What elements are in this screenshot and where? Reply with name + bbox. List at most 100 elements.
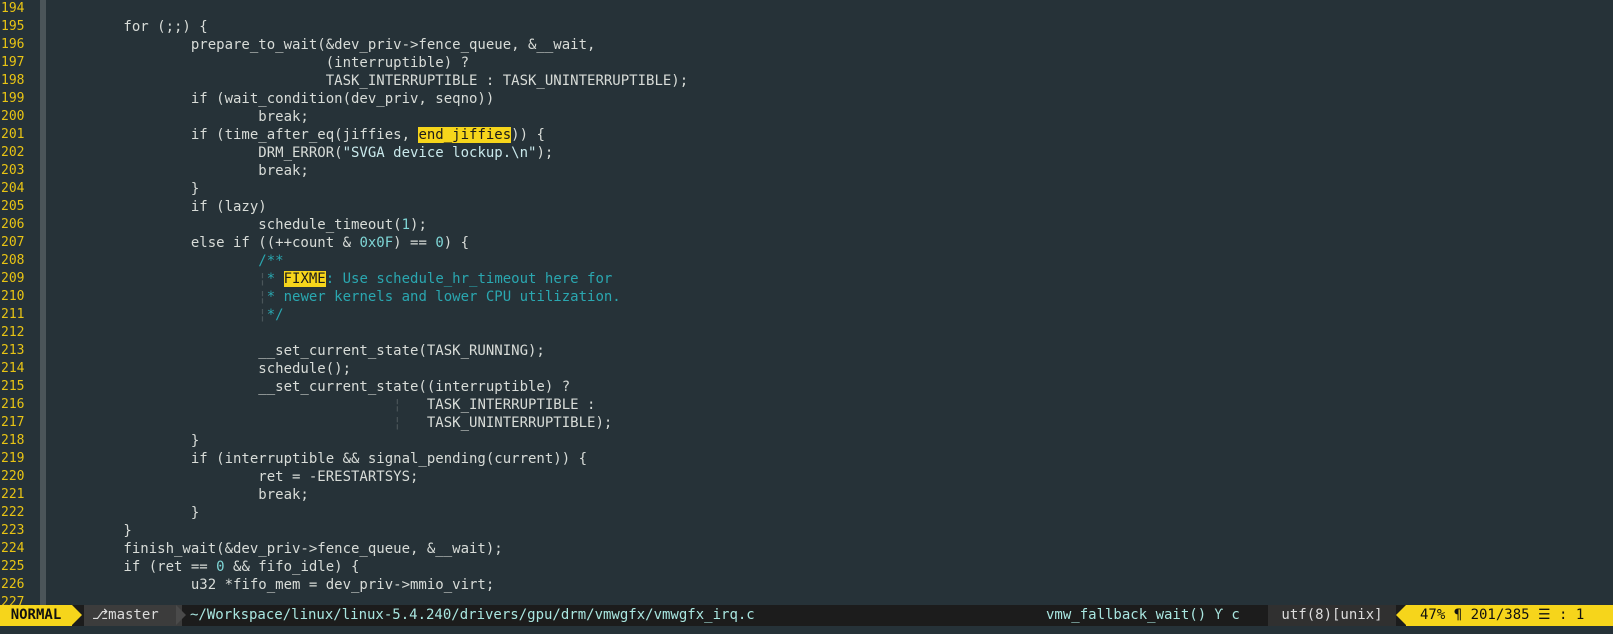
sign-column (40, 36, 46, 54)
code-line[interactable]: 200 break; (0, 108, 1613, 126)
code-line[interactable]: 220 ret = -ERESTARTSYS; (0, 468, 1613, 486)
code-line[interactable]: 203 break; (0, 162, 1613, 180)
line-number: 211 (1, 307, 25, 322)
line-number: 199 (1, 91, 25, 106)
indent-guide: ¦ (258, 289, 267, 305)
code-line[interactable]: 212 (0, 324, 1613, 342)
code-line[interactable]: 209 ¦* FIXME: Use schedule_hr_timeout he… (0, 270, 1613, 288)
code-text: } (56, 504, 199, 522)
code-line[interactable]: 223 } (0, 522, 1613, 540)
code-text: (interruptible) ? (56, 54, 469, 72)
command-line[interactable] (0, 626, 1613, 634)
sign-column (40, 216, 46, 234)
code-text: ¦ TASK_UNINTERRUPTIBLE); (56, 414, 612, 432)
code-token: ); (410, 217, 427, 233)
line-number: 207 (1, 235, 25, 250)
code-token: break; (56, 487, 309, 503)
line-number: 202 (1, 145, 25, 160)
code-line[interactable]: 198 TASK_INTERRUPTIBLE : TASK_UNINTERRUP… (0, 72, 1613, 90)
code-token: } (56, 433, 200, 449)
code-token: if (ret == (56, 559, 217, 575)
git-branch: ⎇master (84, 605, 182, 626)
line-number: 224 (1, 541, 25, 556)
code-line[interactable]: 219 if (interruptible && signal_pending(… (0, 450, 1613, 468)
code-text: ret = -ERESTARTSYS; (56, 468, 418, 486)
code-line[interactable]: 210 ¦* newer kernels and lower CPU utili… (0, 288, 1613, 306)
code-text: ¦*/ (56, 306, 284, 324)
code-text: __set_current_state((interruptible) ? (56, 378, 570, 396)
code-line[interactable]: 221 break; (0, 486, 1613, 504)
code-text: if (lazy) (56, 198, 267, 216)
code-text: schedule(); (56, 360, 351, 378)
code-token: )) { (511, 127, 545, 143)
indent-guide: ¦ (258, 271, 267, 287)
sign-column (40, 270, 46, 288)
code-line[interactable]: 224 finish_wait(&dev_priv->fence_queue, … (0, 540, 1613, 558)
line-number: 216 (1, 397, 25, 412)
sign-column (40, 144, 46, 162)
code-token: */ (266, 307, 284, 323)
code-line[interactable]: 208 /** (0, 252, 1613, 270)
code-text: else if ((++count & 0x0F) == 0) { (56, 234, 469, 252)
cursor-position: 47% ¶ 201/385 ☰ : 1 (1406, 605, 1613, 626)
line-number: 208 (1, 253, 25, 268)
line-number: 221 (1, 487, 25, 502)
code-line[interactable]: 213 __set_current_state(TASK_RUNNING); (0, 342, 1613, 360)
code-text: if (ret == 0 && fifo_idle) { (56, 558, 359, 576)
code-token: ret = -ERESTARTSYS; (56, 469, 419, 485)
sign-column (40, 126, 46, 144)
sign-column (40, 162, 46, 180)
code-line[interactable]: 215 __set_current_state((interruptible) … (0, 378, 1613, 396)
line-number: 195 (1, 19, 25, 34)
search-match: end_jiffies (418, 127, 512, 143)
code-token: (interruptible) ? (56, 55, 470, 71)
code-token: * (266, 271, 284, 287)
file-encoding: utf(8)[unix] (1268, 605, 1396, 626)
sign-column (40, 576, 46, 594)
code-line[interactable]: 227 (0, 594, 1613, 605)
code-line[interactable]: 205 if (lazy) (0, 198, 1613, 216)
code-line[interactable]: 196 prepare_to_wait(&dev_priv->fence_que… (0, 36, 1613, 54)
code-token: break; (56, 109, 309, 125)
code-token: 0 (216, 559, 225, 575)
code-line[interactable]: 207 else if ((++count & 0x0F) == 0) { (0, 234, 1613, 252)
code-token: else if ((++count & (56, 235, 360, 251)
code-token: schedule(); (56, 361, 352, 377)
code-line[interactable]: 194 (0, 0, 1613, 18)
code-text: if (interruptible && signal_pending(curr… (56, 450, 587, 468)
sign-column (40, 306, 46, 324)
code-line[interactable]: 202 DRM_ERROR("SVGA device lockup.\n"); (0, 144, 1613, 162)
code-token: * newer kernels and lower CPU utilizatio… (266, 289, 621, 305)
line-number: 213 (1, 343, 25, 358)
code-token: 1 (401, 217, 411, 233)
sign-column (40, 108, 46, 126)
code-line[interactable]: 195 for (;;) { (0, 18, 1613, 36)
code-line[interactable]: 211 ¦*/ (0, 306, 1613, 324)
code-line[interactable]: 222 } (0, 504, 1613, 522)
code-line[interactable]: 199 if (wait_condition(dev_priv, seqno)) (0, 90, 1613, 108)
line-number: 219 (1, 451, 25, 466)
code-line[interactable]: 218 } (0, 432, 1613, 450)
code-line[interactable]: 216 ¦ TASK_INTERRUPTIBLE : (0, 396, 1613, 414)
code-line[interactable]: 226 u32 *fifo_mem = dev_priv->mmio_virt; (0, 576, 1613, 594)
code-token: 0x0F (359, 235, 394, 251)
code-token: __set_current_state(TASK_RUNNING); (56, 343, 545, 359)
line-number: 205 (1, 199, 25, 214)
line-number: 201 (1, 127, 25, 142)
code-line[interactable]: 214 schedule(); (0, 360, 1613, 378)
sign-column (40, 432, 46, 450)
code-line[interactable]: 197 (interruptible) ? (0, 54, 1613, 72)
code-line[interactable]: 217 ¦ TASK_UNINTERRUPTIBLE); (0, 414, 1613, 432)
code-token: if (wait_condition(dev_priv, seqno)) (56, 91, 495, 107)
code-line[interactable]: 206 schedule_timeout(1); (0, 216, 1613, 234)
code-editor[interactable]: 194 195 for (;;) {196 prepare_to_wait(&de… (0, 0, 1613, 605)
sign-column (40, 594, 46, 605)
code-token: /** (258, 253, 284, 269)
code-line[interactable]: 204 } (0, 180, 1613, 198)
line-number: 225 (1, 559, 25, 574)
code-line[interactable]: 225 if (ret == 0 && fifo_idle) { (0, 558, 1613, 576)
code-text: schedule_timeout(1); (56, 216, 427, 234)
sign-column (40, 54, 46, 72)
code-line[interactable]: 201 if (time_after_eq(jiffies, end_jiffi… (0, 126, 1613, 144)
